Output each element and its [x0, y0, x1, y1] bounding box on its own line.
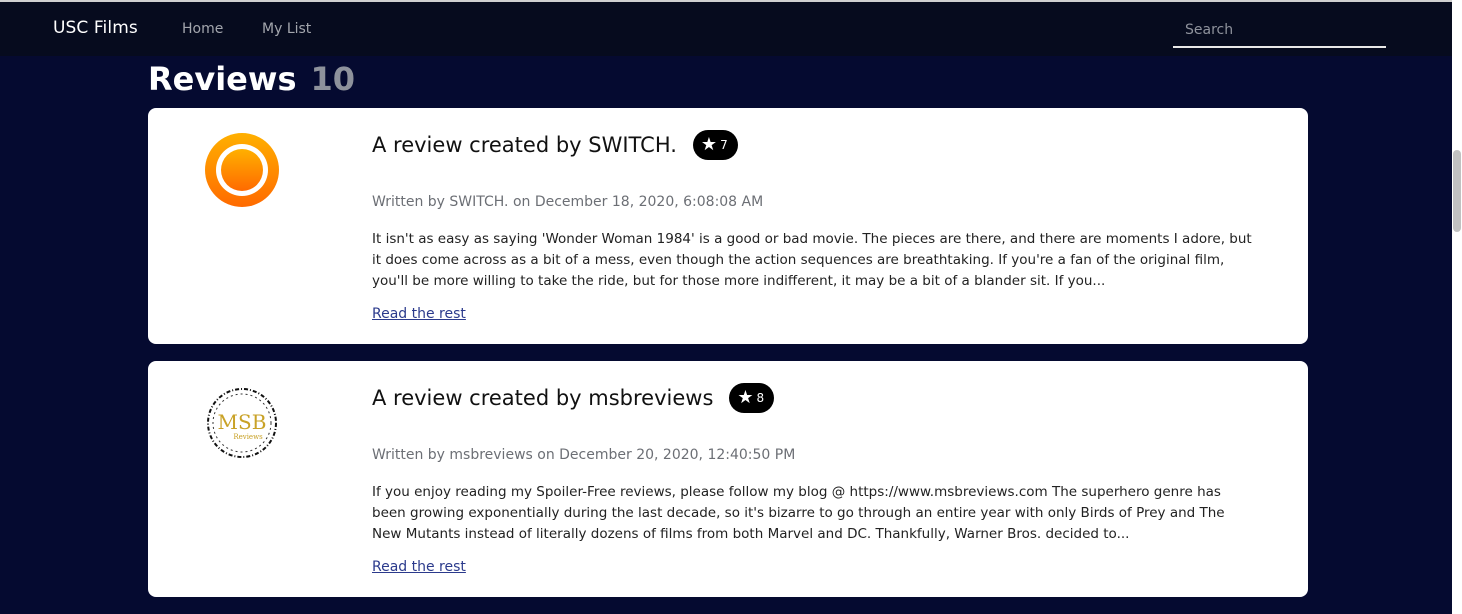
read-more-link[interactable]: Read the rest — [372, 559, 466, 575]
msb-logo-text: MSB — [218, 410, 267, 434]
nav-link-home[interactable]: Home — [182, 21, 223, 37]
star-icon: ★ — [700, 134, 718, 155]
rating-badge: ★ 8 — [729, 383, 775, 413]
search-box — [1173, 16, 1386, 48]
review-title-text: A review created by SWITCH. — [372, 133, 677, 157]
page-title-text: Reviews — [148, 60, 297, 98]
rating-value: 7 — [720, 138, 728, 152]
review-card: A review created by SWITCH. ★ 7 Written … — [148, 108, 1308, 344]
review-excerpt: If you enjoy reading my Spoiler-Free rev… — [372, 484, 1225, 542]
review-byline: Written by SWITCH. on December 18, 2020,… — [372, 194, 764, 210]
review-title: A review created by SWITCH. ★ 7 — [372, 130, 738, 160]
review-card: MSB Reviews A review created by msbrevie… — [148, 361, 1308, 597]
rating-value: 8 — [756, 391, 765, 405]
read-more-link[interactable]: Read the rest — [372, 306, 466, 322]
review-excerpt: It isn't as easy as saying 'Wonder Woman… — [372, 231, 1252, 289]
page-scrollbar[interactable] — [1452, 0, 1462, 614]
orange-ring-avatar-icon — [205, 133, 279, 207]
msb-logo-avatar-icon: MSB Reviews — [207, 388, 277, 458]
top-navbar: USC Films Home My List — [0, 0, 1452, 56]
review-title-text: A review created by msbreviews — [372, 386, 714, 410]
brand-logo[interactable]: USC Films — [53, 18, 138, 38]
msb-logo-subtext: Reviews — [233, 433, 263, 441]
star-icon: ★ — [737, 387, 754, 408]
review-byline: Written by msbreviews on December 20, 20… — [372, 447, 796, 463]
review-count: 10 — [310, 60, 356, 98]
scrollbar-thumb[interactable] — [1453, 150, 1461, 232]
rating-badge: ★ 7 — [692, 130, 738, 160]
review-title: A review created by msbreviews ★ 8 — [372, 383, 775, 413]
page-title: Reviews 10 — [148, 60, 355, 98]
search-input[interactable] — [1173, 16, 1386, 44]
nav-link-my-list[interactable]: My List — [262, 21, 311, 37]
